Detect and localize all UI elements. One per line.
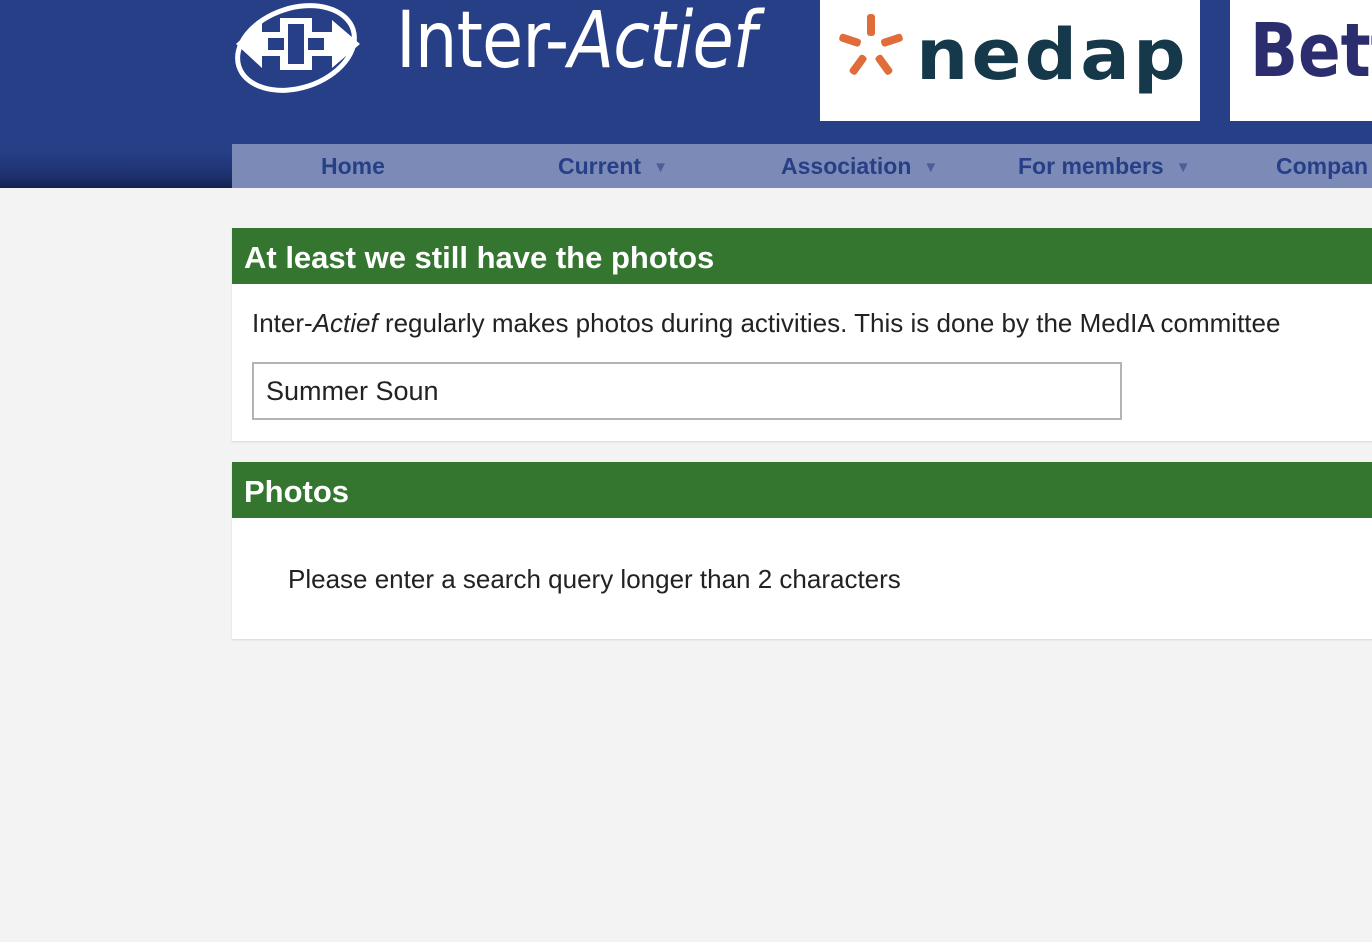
intro-text: Inter-Actief regularly makes photos duri… (252, 308, 1280, 339)
inter-actief-logo-icon[interactable] (228, 0, 368, 98)
intro-text-prefix: Inter- (252, 308, 313, 338)
site-name-prefix: Inter- (396, 0, 569, 86)
nav-item-current[interactable]: Current ▼ (558, 144, 668, 188)
nav-item-label: For members (1018, 153, 1164, 179)
photos-intro-panel: At least we still have the photos Inter-… (232, 228, 1372, 441)
intro-text-italic: Actief (312, 308, 378, 338)
photo-search-input[interactable] (252, 362, 1122, 420)
site-header: Inter-Actief nedap Bett Home Current ▼ As… (0, 0, 1372, 188)
chevron-down-icon: ▼ (653, 159, 668, 176)
chevron-down-icon: ▼ (1175, 159, 1191, 176)
sponsor-name: nedap (916, 14, 1189, 96)
nav-item-home[interactable]: Home (321, 144, 385, 188)
sponsor-name: Bett (1250, 8, 1372, 94)
nav-item-companies[interactable]: Compan (1276, 144, 1368, 188)
main-nav: Home Current ▼ Association ▼ For members ▼ … (232, 144, 1372, 188)
search-hint-message: Please enter a search query longer than … (288, 564, 901, 594)
intro-text-rest: regularly makes photos during activities… (377, 308, 1281, 338)
nav-item-label: Current (558, 153, 642, 179)
nav-item-association[interactable]: Association ▼ (781, 144, 938, 188)
nav-item-label: Compan (1276, 153, 1368, 179)
chevron-down-icon: ▼ (923, 159, 939, 176)
nav-item-label: Association (781, 153, 912, 179)
site-name[interactable]: Inter-Actief (396, 0, 757, 86)
nav-item-label: Home (321, 153, 385, 179)
site-name-italic: Actief (568, 0, 756, 86)
panel-title: At least we still have the photos (232, 228, 1372, 284)
nav-item-for-members[interactable]: For members ▼ (1018, 144, 1191, 188)
photos-results-panel: Photos Please enter a search query longe… (232, 462, 1372, 639)
sponsor-nedap[interactable]: nedap (820, 0, 1200, 121)
nedap-star-icon (839, 14, 903, 75)
panel-title: Photos (232, 462, 1372, 518)
sponsor-bett[interactable]: Bett (1230, 0, 1372, 121)
